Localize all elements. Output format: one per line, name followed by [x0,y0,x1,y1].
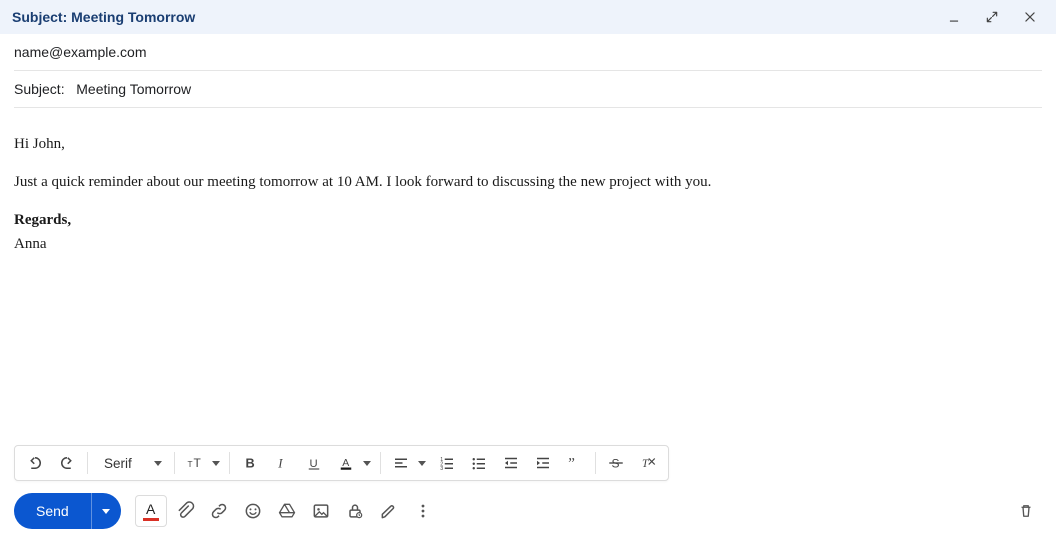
compose-body[interactable]: Hi John, Just a quick reminder about our… [0,108,1056,445]
compose-footer: Send A [0,487,1056,543]
body-paragraph: Just a quick reminder about our meeting … [14,170,1042,194]
chevron-down-icon [102,509,110,514]
send-label: Send [36,503,69,519]
signature-button[interactable] [373,495,405,527]
subject-value: Meeting Tomorrow [76,81,191,97]
attach-button[interactable] [169,495,201,527]
chevron-down-icon [212,461,220,466]
to-field[interactable]: name@example.com [14,34,1042,71]
body-greeting: Hi John, [14,132,1042,156]
body-closing: Regards, [14,208,1042,232]
subject-field[interactable]: Subject: Meeting Tomorrow [14,71,1042,108]
underline-button[interactable]: U [300,449,328,477]
undo-button[interactable] [21,449,49,477]
svg-text:A: A [342,457,349,469]
text-color-menu[interactable] [360,449,374,477]
svg-text:3: 3 [440,466,443,472]
chevron-down-icon [363,461,371,466]
font-size-button[interactable]: TT [181,449,209,477]
send-options-button[interactable] [91,493,121,529]
indent-less-button[interactable] [497,449,525,477]
close-icon[interactable] [1016,3,1044,31]
format-toolbar: Serif TT B I U A [14,445,669,481]
minimize-icon[interactable] [940,3,968,31]
quote-button[interactable]: ” [561,449,589,477]
font-family-select[interactable]: Serif [94,449,168,477]
indent-more-button[interactable] [529,449,557,477]
to-recipient: name@example.com [14,44,147,60]
subject-label: Subject: [14,81,65,97]
chevron-down-icon [154,461,162,466]
send-button[interactable]: Send [14,493,91,529]
svg-text:T: T [193,456,201,470]
text-color-button[interactable]: A [332,449,360,477]
redo-button[interactable] [53,449,81,477]
chevron-down-icon [418,461,426,466]
svg-text:U: U [309,458,317,470]
align-menu[interactable] [415,449,429,477]
formatting-options-button[interactable]: A [135,495,167,527]
emoji-button[interactable] [237,495,269,527]
svg-text:I: I [277,457,283,471]
discard-button[interactable] [1010,495,1042,527]
numbered-list-button[interactable]: 123 [433,449,461,477]
compose-titlebar: Subject: Meeting Tomorrow [0,0,1056,34]
font-size-menu[interactable] [209,449,223,477]
insert-link-button[interactable] [203,495,235,527]
italic-button[interactable]: I [268,449,296,477]
svg-text:T: T [642,458,649,470]
svg-text:B: B [245,456,254,471]
confidential-button[interactable] [339,495,371,527]
insert-photo-button[interactable] [305,495,337,527]
align-button[interactable] [387,449,415,477]
titlebar-subject-prefix: Subject: [12,9,67,25]
svg-text:”: ” [568,456,575,472]
more-options-button[interactable] [407,495,439,527]
body-signature: Anna [14,232,1042,256]
remove-formatting-button[interactable]: T [634,449,662,477]
font-family-label: Serif [104,456,132,471]
titlebar-subject: Meeting Tomorrow [71,9,195,25]
drive-button[interactable] [271,495,303,527]
svg-text:T: T [187,460,192,469]
bulleted-list-button[interactable] [465,449,493,477]
strikethrough-button[interactable]: S [602,449,630,477]
bold-button[interactable]: B [236,449,264,477]
restore-icon[interactable] [978,3,1006,31]
